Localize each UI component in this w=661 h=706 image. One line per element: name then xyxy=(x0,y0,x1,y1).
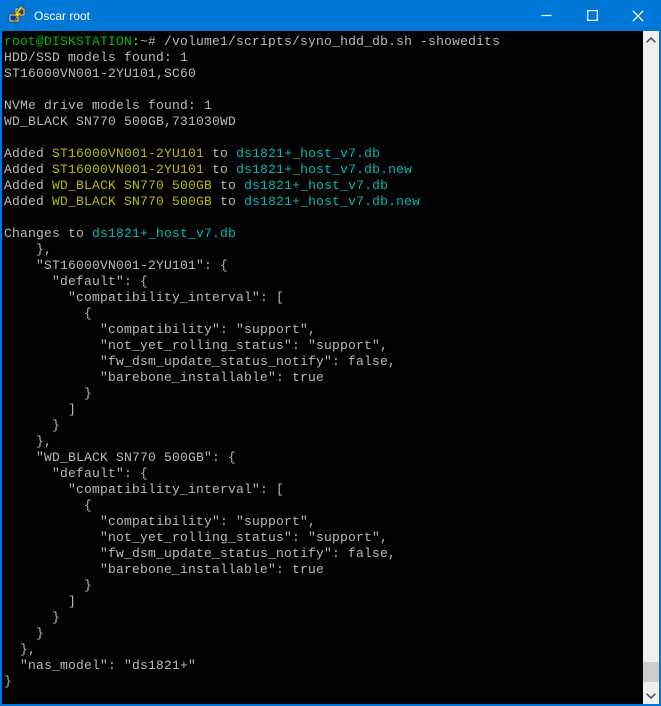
terminal-line: "default": { xyxy=(4,466,643,482)
terminal-output[interactable]: root@DISKSTATION:~# /volume1/scripts/syn… xyxy=(2,31,643,704)
terminal-line: WD_BLACK SN770 500GB,731030WD xyxy=(4,114,643,130)
minimize-button[interactable] xyxy=(523,0,569,31)
terminal-line: "fw_dsm_update_status_notify": false, xyxy=(4,354,643,370)
terminal-line: NVMe drive models found: 1 xyxy=(4,98,643,114)
minimize-icon xyxy=(541,10,552,21)
terminal-line: "barebone_installable": true xyxy=(4,562,643,578)
maximize-icon xyxy=(587,10,598,21)
terminal-line: "nas_model": "ds1821+" xyxy=(4,658,643,674)
chevron-down-icon xyxy=(646,693,656,699)
putty-app-icon[interactable] xyxy=(8,7,26,25)
terminal-line: }, xyxy=(4,642,643,658)
caption-buttons xyxy=(523,0,661,31)
terminal-line: } xyxy=(4,386,643,402)
terminal-line: } xyxy=(4,610,643,626)
window-title: Oscar root xyxy=(34,9,523,23)
terminal-line xyxy=(4,210,643,226)
terminal-line: HDD/SSD models found: 1 xyxy=(4,50,643,66)
terminal-line: } xyxy=(4,626,643,642)
scroll-up-button[interactable] xyxy=(643,31,659,48)
terminal-line: root@DISKSTATION:~# /volume1/scripts/syn… xyxy=(4,34,643,50)
terminal-line: Added WD_BLACK SN770 500GB to ds1821+_ho… xyxy=(4,194,643,210)
terminal-line xyxy=(4,82,643,98)
maximize-button[interactable] xyxy=(569,0,615,31)
scrollbar[interactable] xyxy=(643,31,659,704)
terminal-line: { xyxy=(4,498,643,514)
terminal-line: "compatibility": "support", xyxy=(4,514,643,530)
terminal-line: }, xyxy=(4,242,643,258)
terminal-line: { xyxy=(4,306,643,322)
terminal-line: }, xyxy=(4,434,643,450)
terminal-line: "compatibility": "support", xyxy=(4,322,643,338)
terminal-line: Changes to ds1821+_host_v7.db xyxy=(4,226,643,242)
terminal-line: "fw_dsm_update_status_notify": false, xyxy=(4,546,643,562)
terminal-line: "WD_BLACK SN770 500GB": { xyxy=(4,450,643,466)
chevron-up-icon xyxy=(646,37,656,43)
terminal-line: ST16000VN001-2YU101,SC60 xyxy=(4,66,643,82)
terminal-line: "barebone_installable": true xyxy=(4,370,643,386)
terminal-line: ] xyxy=(4,402,643,418)
scroll-down-button[interactable] xyxy=(643,687,659,704)
terminal-line: Added ST16000VN001-2YU101 to ds1821+_hos… xyxy=(4,146,643,162)
terminal-line: "ST16000VN001-2YU101": { xyxy=(4,258,643,274)
terminal-line: "default": { xyxy=(4,274,643,290)
terminal-line: } xyxy=(4,674,643,690)
terminal-line xyxy=(4,130,643,146)
scrollbar-thumb[interactable] xyxy=(643,662,659,682)
terminal-line: "compatibility_interval": [ xyxy=(4,290,643,306)
putty-window: Oscar root root@DISKSTATION:~# /volume1/… xyxy=(0,0,661,706)
terminal-line: } xyxy=(4,418,643,434)
terminal-line: Added ST16000VN001-2YU101 to ds1821+_hos… xyxy=(4,162,643,178)
terminal-line: Added WD_BLACK SN770 500GB to ds1821+_ho… xyxy=(4,178,643,194)
close-icon xyxy=(632,10,644,22)
terminal-line: "not_yet_rolling_status": "support", xyxy=(4,338,643,354)
terminal-line: "compatibility_interval": [ xyxy=(4,482,643,498)
close-button[interactable] xyxy=(615,0,661,31)
terminal-line: ] xyxy=(4,594,643,610)
terminal-line: } xyxy=(4,578,643,594)
titlebar[interactable]: Oscar root xyxy=(0,0,661,31)
terminal-line: "not_yet_rolling_status": "support", xyxy=(4,530,643,546)
